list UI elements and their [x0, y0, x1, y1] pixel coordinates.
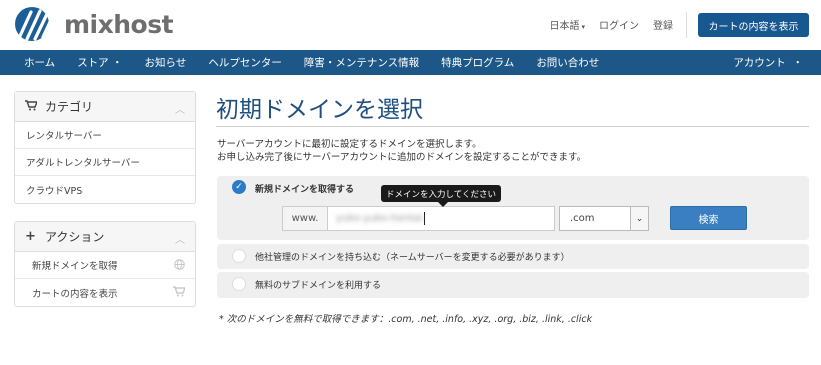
- category-item-rental-server[interactable]: レンタルサーバー: [15, 122, 195, 149]
- subdomain-radio[interactable]: [232, 277, 246, 291]
- register-domain-label[interactable]: 新規ドメインを取得する: [255, 182, 354, 195]
- option-transfer-domain[interactable]: 他社管理のドメインを持ち込む（ネームサーバーを変更する必要があります）: [217, 244, 809, 269]
- free-domains-note: * 次のドメインを無料で取得できます：.com, .net, .info, .x…: [219, 314, 593, 325]
- tld-select[interactable]: .com ⌄: [559, 206, 649, 231]
- intro-line-1: サーバーアカウントに最初に設定するドメインを選択します。: [217, 139, 482, 150]
- cart-icon: [173, 286, 187, 300]
- text-cursor: [423, 212, 425, 225]
- actions-header[interactable]: + アクション ︿: [15, 222, 195, 252]
- transfer-domain-label[interactable]: 他社管理のドメインを持ち込む（ネームサーバーを変更する必要があります）: [255, 250, 570, 263]
- transfer-domain-radio[interactable]: [232, 249, 246, 263]
- language-selector[interactable]: 日本語 ▾: [549, 17, 585, 32]
- plus-icon: +: [25, 229, 36, 244]
- site-logo[interactable]: mixhost: [14, 6, 174, 42]
- nav-store-caret: ・: [112, 57, 123, 69]
- category-item-adult-rental-server[interactable]: アダルトレンタルサーバー: [15, 149, 195, 176]
- intro-text: サーバーアカウントに最初に設定するドメインを選択します。 お申し込み完了後にサー…: [217, 138, 586, 164]
- categories-panel: カテゴリ ︿ レンタルサーバー アダルトレンタルサーバー クラウドVPS: [14, 91, 196, 204]
- option-register-domain: ✓ 新規ドメインを取得する www. yuko-yuko-hentai .com…: [217, 176, 809, 240]
- action-view-cart-label: カートの内容を表示: [32, 288, 118, 300]
- actions-title: アクション: [45, 230, 105, 244]
- nav-home[interactable]: ホーム: [0, 55, 66, 70]
- nav-account-label: アカウント: [733, 57, 786, 69]
- nav-maintenance[interactable]: 障害・メンテナンス情報: [293, 55, 430, 70]
- register-link[interactable]: 登録: [653, 17, 673, 32]
- chevron-up-icon[interactable]: ︿: [175, 231, 185, 246]
- view-cart-button[interactable]: カートの内容を表示: [698, 13, 809, 37]
- action-register-domain-label: 新規ドメインを取得: [32, 261, 118, 272]
- nav-store-label: ストア: [77, 57, 109, 69]
- nav-help-center[interactable]: ヘルプセンター: [197, 55, 293, 70]
- title-divider: [216, 126, 809, 127]
- category-item-cloud-vps[interactable]: クラウドVPS: [15, 176, 195, 203]
- categories-title: カテゴリ: [45, 100, 94, 114]
- nav-account[interactable]: アカウント ・: [733, 50, 803, 75]
- cart-icon: [25, 99, 39, 114]
- option-subdomain[interactable]: 無料のサブドメインを利用する: [217, 272, 809, 298]
- site-header: mixhost 日本語 ▾ ログイン 登録 カートの内容を表示: [0, 0, 821, 50]
- tld-selected-value: .com: [570, 213, 595, 224]
- nav-benefits[interactable]: 特典プログラム: [430, 55, 525, 70]
- logo-text: mixhost: [64, 9, 174, 39]
- chevron-down-icon: ▾: [581, 23, 585, 31]
- categories-header[interactable]: カテゴリ ︿: [15, 92, 195, 122]
- login-link[interactable]: ログイン: [599, 17, 639, 32]
- nav-contact[interactable]: お問い合わせ: [525, 55, 610, 70]
- subdomain-label[interactable]: 無料のサブドメインを利用する: [255, 278, 381, 291]
- chevron-up-icon[interactable]: ︿: [175, 101, 185, 116]
- language-label: 日本語: [549, 21, 580, 32]
- globe-icon: [174, 259, 185, 273]
- check-icon: ✓: [235, 182, 243, 192]
- search-button[interactable]: 検索: [670, 206, 747, 230]
- page-title: 初期ドメインを選択: [216, 97, 423, 123]
- main-nav: ホーム ストア ・ お知らせ ヘルプセンター 障害・メンテナンス情報 特典プログ…: [0, 50, 821, 75]
- mixhost-stripes-logo-icon: [15, 7, 52, 41]
- action-register-domain[interactable]: 新規ドメインを取得: [15, 252, 195, 279]
- actions-panel: + アクション ︿ 新規ドメインを取得 カートの内容を表示: [14, 221, 196, 307]
- nav-news[interactable]: お知らせ: [134, 55, 198, 70]
- domain-input-value: yuko-yuko-hentai: [336, 213, 423, 224]
- domain-input[interactable]: yuko-yuko-hentai: [327, 206, 555, 231]
- header-divider: [686, 12, 687, 38]
- nav-account-caret: ・: [792, 57, 804, 69]
- top-links: 日本語 ▾ ログイン 登録: [549, 17, 673, 32]
- action-view-cart[interactable]: カートの内容を表示: [15, 279, 195, 306]
- nav-store[interactable]: ストア ・: [66, 55, 133, 70]
- intro-line-2: お申し込み完了後にサーバーアカウントに追加のドメインを設定することができます。: [217, 152, 587, 163]
- www-prefix: www.: [282, 206, 327, 231]
- register-domain-radio[interactable]: ✓: [232, 180, 246, 194]
- chevron-down-icon: ⌄: [630, 207, 648, 230]
- domain-tooltip: ドメインを入力してください: [381, 185, 501, 207]
